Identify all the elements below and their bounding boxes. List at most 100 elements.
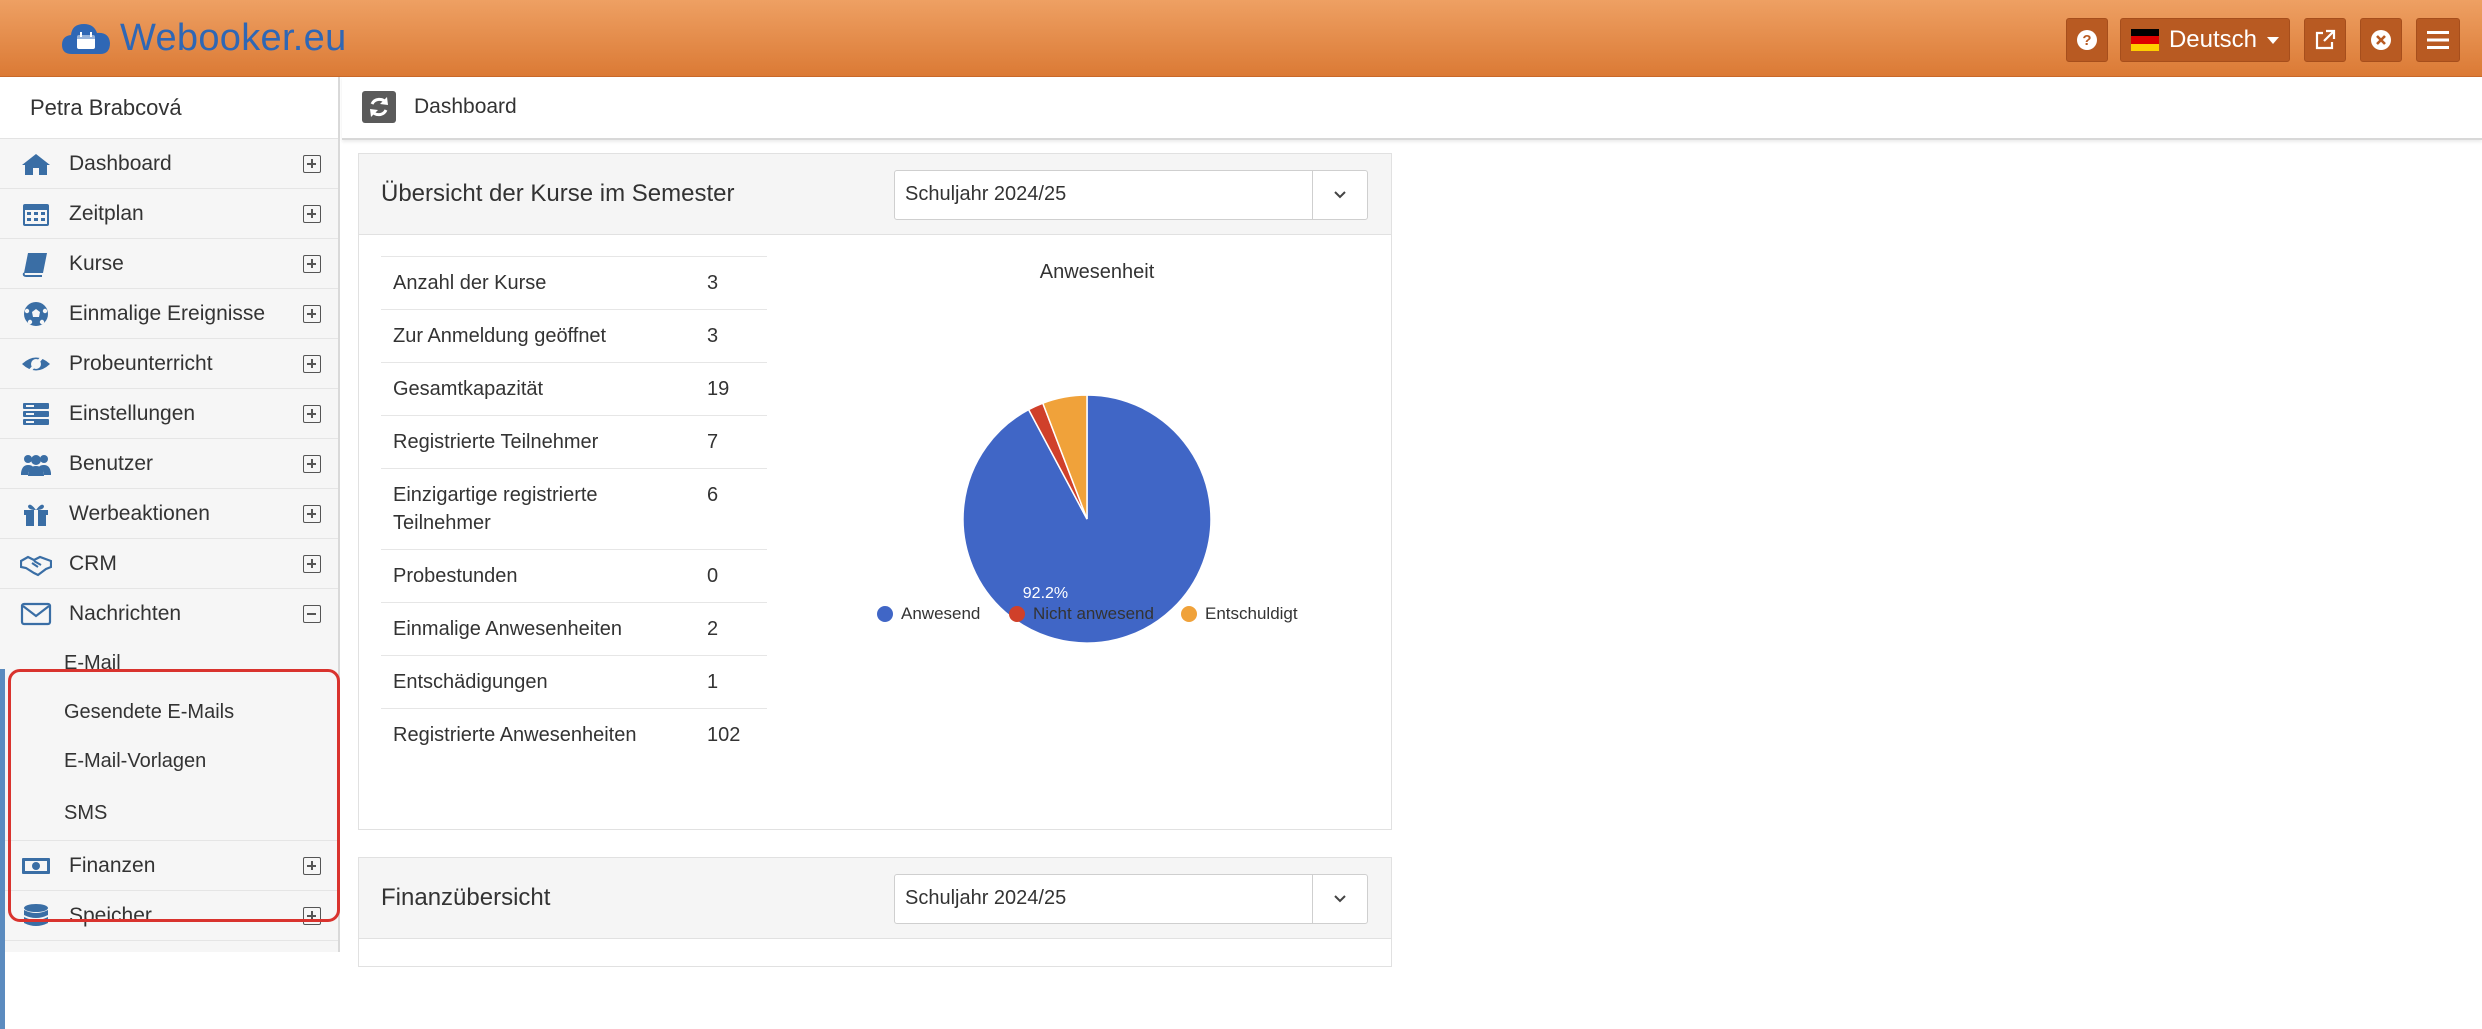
sidebar-item-label: CRM: [69, 551, 117, 575]
sidebar-item-label: Zeitplan: [69, 201, 144, 225]
courses-overview-panel: Übersicht der Kurse im Semester Schuljah…: [358, 153, 1392, 830]
sidebar-subitem-email-templates[interactable]: E-Mail-Vorlagen: [0, 737, 338, 786]
legend-item-nicht-anwesend[interactable]: Nicht anwesend: [1009, 604, 1154, 624]
sidebar-subitem-email[interactable]: E-Mail: [0, 639, 338, 688]
breadcrumb-current: Dashboard: [414, 95, 517, 118]
expand-icon[interactable]: [303, 405, 321, 423]
sidebar-item-einstellungen[interactable]: Einstellungen: [0, 389, 338, 439]
collapse-icon[interactable]: [303, 605, 321, 623]
sidebar: Petra Brabcová Dashboard Zeitplan Kurse: [0, 77, 340, 1029]
sidebar-item-einmalige-ereignisse[interactable]: Einmalige Ereignisse: [0, 289, 338, 339]
menu-button[interactable]: [2416, 18, 2460, 62]
sidebar-item-label: Nachrichten: [69, 602, 182, 625]
expand-icon[interactable]: [303, 355, 321, 373]
legend-label: Entschuldigt: [1205, 604, 1298, 623]
soccer-ball-icon: [24, 302, 48, 326]
finance-overview-panel: Finanzübersicht Schuljahr 2024/25: [358, 857, 1392, 967]
legend-dot: [877, 606, 893, 622]
sidebar-subitem-sent-emails[interactable]: Gesendete E-Mails: [0, 688, 338, 737]
eye-slash-icon: [22, 351, 50, 377]
panel-header: Finanzübersicht Schuljahr 2024/25: [359, 858, 1391, 939]
legend-dot: [1009, 606, 1025, 622]
sidebar-item-label: Einstellungen: [69, 401, 196, 425]
expand-icon[interactable]: [303, 305, 321, 323]
expand-icon[interactable]: [303, 857, 321, 875]
expand-icon[interactable]: [303, 155, 321, 173]
german-flag-icon: [2131, 29, 2159, 51]
panel-title: Finanzübersicht: [381, 884, 551, 911]
sidebar-item-label: Finanzen: [69, 853, 156, 877]
attendance-pie-chart: 92.2%: [962, 394, 1212, 644]
expand-icon[interactable]: [303, 455, 321, 473]
sidebar-subitem-sms[interactable]: SMS: [0, 786, 338, 841]
brand-logo[interactable]: Webooker.eu: [60, 10, 347, 66]
hamburger-icon: [2427, 31, 2449, 49]
expand-icon[interactable]: [303, 555, 321, 573]
sidebar-item-finanzen[interactable]: Finanzen: [0, 841, 338, 891]
pie-data-label: 92.2%: [1023, 585, 1068, 602]
semester-select[interactable]: Schuljahr 2024/25: [894, 170, 1368, 220]
caret-down-icon: [2267, 36, 2279, 44]
expand-icon[interactable]: [303, 205, 321, 223]
svg-text:?: ?: [2082, 32, 2091, 49]
expand-icon[interactable]: [303, 505, 321, 523]
sidebar-item-label: Werbeaktionen: [69, 501, 210, 525]
legend-dot: [1181, 606, 1197, 622]
home-icon: [22, 154, 50, 175]
users-icon: [21, 455, 51, 476]
sidebar-item-label: Dashboard: [69, 151, 172, 175]
book-icon: [22, 253, 47, 277]
language-label: Deutsch: [2168, 26, 2257, 53]
chevron-down-icon: [1334, 191, 1346, 199]
select-divider: [1312, 875, 1313, 923]
money-icon: [22, 858, 50, 874]
refresh-icon: [370, 97, 388, 117]
sidebar-item-label: Probeunterricht: [69, 351, 213, 375]
sidebar-item-kurse[interactable]: Kurse: [0, 239, 338, 289]
database-icon: [24, 904, 48, 926]
question-circle-icon: ?: [2077, 30, 2097, 50]
refresh-button[interactable]: [362, 91, 396, 123]
panel-title: Übersicht der Kurse im Semester: [381, 180, 735, 207]
cloud-calendar-icon: [60, 16, 112, 60]
chevron-down-icon: [1334, 895, 1346, 903]
handshake-icon: [20, 555, 52, 577]
legend-item-anwesend[interactable]: Anwesend: [877, 604, 980, 624]
expand-icon[interactable]: [303, 907, 321, 925]
top-bar: Webooker.eu ? Deutsch: [0, 0, 2482, 77]
sidebar-item-dashboard[interactable]: Dashboard: [0, 139, 338, 189]
user-name: Petra Brabcová: [0, 77, 338, 139]
sidebar-item-werbeaktionen[interactable]: Werbeaktionen: [0, 489, 338, 539]
expand-icon[interactable]: [303, 255, 321, 273]
sidebar-item-zeitplan[interactable]: Zeitplan: [0, 189, 338, 239]
sidebar-item-label: Kurse: [69, 251, 124, 275]
legend-label: Anwesend: [901, 604, 981, 623]
help-button[interactable]: ?: [2066, 18, 2108, 62]
sidebar-item-label: Benutzer: [69, 451, 154, 475]
active-indicator: [0, 669, 5, 1029]
semester-select-value: Schuljahr 2024/25: [905, 183, 1067, 205]
select-divider: [1312, 171, 1313, 219]
brand-name: Webooker.eu: [120, 16, 347, 59]
legend-item-entschuldigt[interactable]: Entschuldigt: [1181, 604, 1298, 624]
sidebar-item-label: Speicher: [69, 903, 152, 927]
sidebar-item-speicher[interactable]: Speicher: [0, 891, 338, 941]
sidebar-item-benutzer[interactable]: Benutzer: [0, 439, 338, 489]
external-link-icon: [2315, 29, 2336, 50]
legend-label: Nicht anwesend: [1033, 604, 1154, 623]
calendar-icon: [23, 204, 49, 226]
sidebar-item-label: Einmalige Ereignisse: [69, 301, 266, 325]
breadcrumb: Dashboard: [342, 77, 2482, 140]
panel-header: Übersicht der Kurse im Semester Schuljah…: [359, 154, 1391, 235]
language-select[interactable]: Deutsch: [2120, 18, 2290, 62]
server-icon: [23, 403, 49, 425]
envelope-icon: [20, 602, 52, 626]
finance-select-value: Schuljahr 2024/25: [905, 887, 1067, 909]
close-circle-icon: [2371, 30, 2391, 50]
sidebar-item-nachrichten[interactable]: Nachrichten: [0, 589, 338, 639]
finance-year-select[interactable]: Schuljahr 2024/25: [894, 874, 1368, 924]
sidebar-item-probeunterricht[interactable]: Probeunterricht: [0, 339, 338, 389]
sidebar-item-crm[interactable]: CRM: [0, 539, 338, 589]
external-link-button[interactable]: [2304, 18, 2346, 62]
close-button[interactable]: [2360, 18, 2402, 62]
